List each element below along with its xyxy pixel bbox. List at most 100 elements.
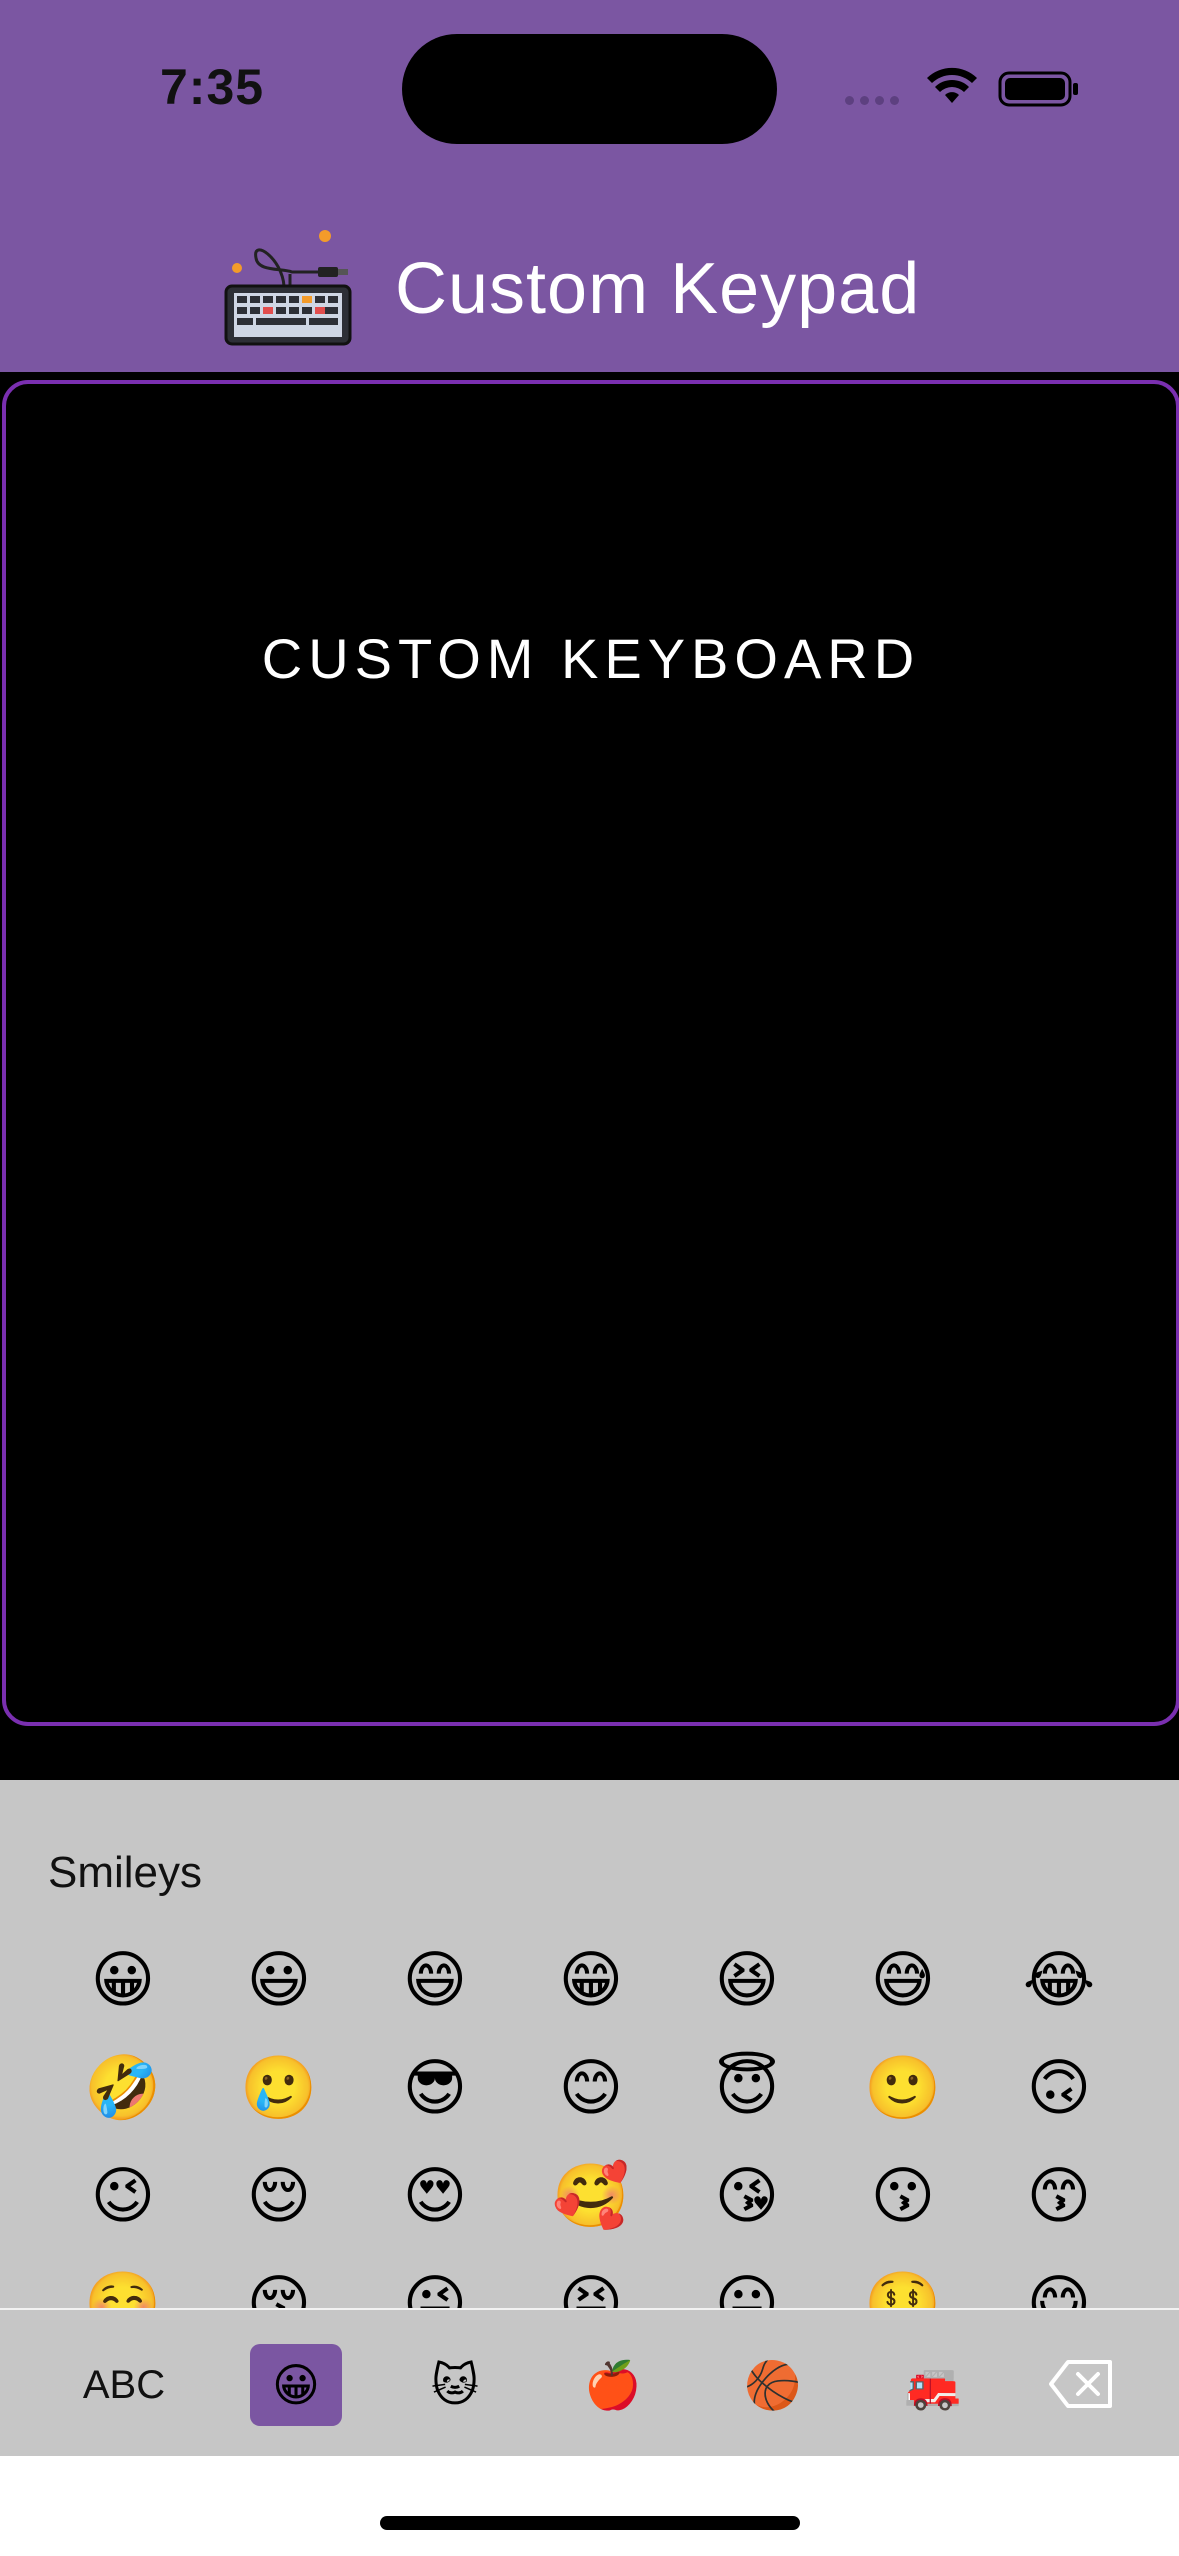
category-label: Smileys	[48, 1848, 203, 1897]
emoji-key[interactable]: 😆	[672, 1930, 822, 2030]
typed-emoji: 😍	[279, 714, 341, 782]
keyboard-category-tabs: ABC 😀 🐱 🍎 🏀 🚒	[0, 2308, 1179, 2458]
typed-emoji: 😍	[351, 800, 413, 868]
typed-emoji: 😎	[63, 540, 125, 608]
typed-emoji: 😎	[279, 454, 341, 522]
emoji-key[interactable]: 😂	[984, 1930, 1128, 2030]
emoji-key[interactable]: 😙	[984, 2146, 1128, 2246]
home-indicator[interactable]	[380, 2516, 800, 2530]
emoji-text-row: 😎 😎 😎 😎 😎 😎 😎 😎 😎 😎 😎 😎 😎 😎	[58, 542, 1066, 606]
typed-emoji: 😍	[999, 714, 1061, 782]
typed-emoji: 😎	[711, 454, 773, 522]
page-title: Custom Keypad	[395, 249, 921, 329]
emoji-key[interactable]: 😘	[672, 2146, 822, 2246]
typed-emoji: 😍	[711, 714, 773, 782]
abc-keyboard-button[interactable]: ABC	[64, 2344, 184, 2426]
typed-emoji: 😎	[999, 454, 1061, 522]
animals-tab[interactable]: 🐱	[410, 2344, 500, 2426]
dynamic-island	[402, 34, 777, 144]
typed-emoji: 😍	[207, 714, 269, 782]
typed-emoji: 😍	[639, 800, 701, 868]
typed-emoji: 😍	[927, 714, 989, 782]
typed-emoji: 😍	[855, 714, 917, 782]
emoji-key[interactable]: 🥲	[204, 2038, 354, 2138]
battery-icon	[998, 71, 1078, 107]
typed-emoji: 😍	[711, 800, 773, 868]
typed-emoji: 😎	[279, 540, 341, 608]
travel-tab[interactable]: 🚒	[888, 2344, 978, 2426]
typed-emoji: 😎	[783, 454, 845, 522]
typed-emoji: 😎	[423, 454, 485, 522]
typed-emoji: 😎	[783, 540, 845, 608]
typed-emoji: 😍	[927, 800, 989, 868]
wifi-icon	[927, 67, 977, 103]
emoji-key[interactable]: 🙃	[984, 2038, 1128, 2138]
typed-emoji: 😍	[423, 800, 485, 868]
custom-keyboard-label: CUSTOM KEYBOARD	[261, 627, 921, 690]
typed-emoji: 😎	[351, 540, 413, 608]
emoji-key[interactable]: 🙂	[828, 2038, 978, 2138]
smileys-tab[interactable]: 😀	[250, 2344, 342, 2426]
activity-tab[interactable]: 🏀	[728, 2344, 818, 2426]
cellular-signal-icon	[845, 96, 899, 105]
typed-emoji: 😎	[999, 540, 1061, 608]
typed-emoji: 😍	[495, 800, 557, 868]
emoji-key[interactable]: 🤣	[48, 2038, 198, 2138]
typed-emoji: 😍	[855, 800, 917, 868]
text-display-panel[interactable]: 😎 😎 😎 😎 😎 😎 😎 😎 😎 😎 😎 😎 😎 😎 😎 😎 😎 😎 😎 😎 😎 😎 😎 😎 😎 😎 😎 😎 CUSTOM KEY…	[2, 380, 1179, 1726]
typed-emoji: 😍	[495, 714, 557, 782]
typed-emoji: 😎	[855, 454, 917, 522]
typed-emoji: 😍	[135, 800, 197, 868]
typed-emoji: 😍	[423, 714, 485, 782]
emoji-text-row: 😎 😎 😎 😎 😎 😎 😎 😎 😎 😎 😎 😎 😎 😎	[58, 456, 1066, 520]
emoji-key[interactable]: 😀	[48, 1930, 198, 2030]
typed-emoji: 😍	[567, 800, 629, 868]
typed-emoji: 😎	[567, 454, 629, 522]
typed-emoji: 😍	[63, 714, 125, 782]
typed-emoji: 😎	[207, 454, 269, 522]
typed-emoji: 😍	[783, 714, 845, 782]
typed-emoji: 😍	[999, 800, 1061, 868]
emoji-key[interactable]: 😇	[672, 2038, 822, 2138]
typed-emoji: 😎	[567, 540, 629, 608]
emoji-key[interactable]: 🥰	[516, 2146, 666, 2246]
typed-emoji: 😎	[711, 540, 773, 608]
emoji-key[interactable]: 😃	[204, 1930, 354, 2030]
typed-emoji: 😎	[63, 454, 125, 522]
typed-emoji: 😎	[495, 454, 557, 522]
emoji-key[interactable]: 😄	[360, 1930, 510, 2030]
emoji-key[interactable]: 😍	[360, 2146, 510, 2246]
keyboard-illustration-icon	[224, 230, 352, 346]
typed-emoji: 😎	[423, 540, 485, 608]
emoji-key[interactable]: 😁	[516, 1930, 666, 2030]
typed-emoji: 😍	[135, 714, 197, 782]
typed-emoji: 😎	[135, 454, 197, 522]
emoji-key[interactable]: 😉	[48, 2146, 198, 2246]
emoji-text-row: 😍 😍 😍 😍 😍 😍 😍 😍 😍 😍 😍 😍 😍 😍	[58, 716, 1066, 780]
emoji-key[interactable]: 😗	[828, 2146, 978, 2246]
typed-emoji: 😎	[351, 454, 413, 522]
typed-emoji: 😎	[639, 454, 701, 522]
typed-emoji: 😍	[63, 800, 125, 868]
emoji-key[interactable]: 😌	[204, 2146, 354, 2246]
typed-emoji: 😎	[855, 540, 917, 608]
typed-emoji: 😍	[351, 714, 413, 782]
typed-emoji: 😍	[279, 800, 341, 868]
typed-emoji: 😍	[567, 714, 629, 782]
typed-emoji: 😎	[927, 540, 989, 608]
status-time: 7:35	[160, 59, 265, 115]
emoji-key[interactable]: 😊	[516, 2038, 666, 2138]
typed-emoji: 😍	[783, 800, 845, 868]
backspace-icon[interactable]	[1048, 2358, 1114, 2410]
emoji-key[interactable]: 😅	[828, 1930, 978, 2030]
typed-emoji: 😍	[639, 714, 701, 782]
typed-emoji: 😎	[495, 540, 557, 608]
typed-emoji: 😎	[927, 454, 989, 522]
emoji-text-row: 😍 😍 😍 😍 😍 😍 😍 😍 😍 😍 😍 😍 😍 😍	[58, 802, 1066, 866]
typed-emoji: 😎	[207, 540, 269, 608]
typed-emoji: 😍	[207, 800, 269, 868]
typed-emoji: 😎	[135, 540, 197, 608]
food-tab[interactable]: 🍎	[568, 2344, 658, 2426]
emoji-key[interactable]: 😎	[360, 2038, 510, 2138]
typed-emoji: 😎	[639, 540, 701, 608]
